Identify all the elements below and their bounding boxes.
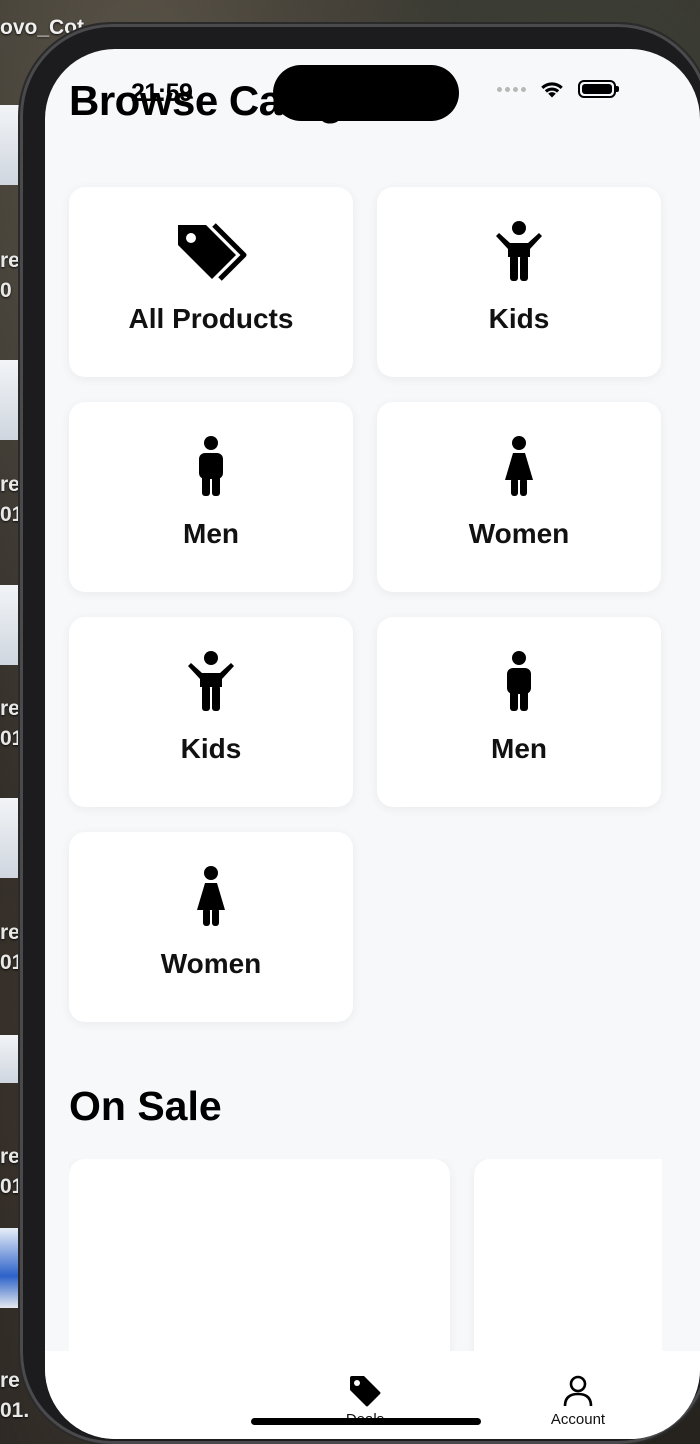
man-icon xyxy=(196,436,226,498)
man-icon xyxy=(504,651,534,713)
tab-account[interactable]: Account xyxy=(528,1375,628,1428)
category-label: Kids xyxy=(180,733,242,764)
on-sale-heading: On Sale xyxy=(69,1083,222,1129)
category-label: Women xyxy=(160,948,262,979)
battery-icon xyxy=(578,80,619,98)
tab-bar: Deals Account xyxy=(45,1351,700,1439)
dynamic-island xyxy=(273,65,459,121)
tab-label: Account xyxy=(550,1411,606,1428)
category-card-women[interactable]: Women xyxy=(377,402,661,592)
app-screen: Browse Categories 21:59 All Products Kid… xyxy=(45,49,700,1439)
category-label: Men xyxy=(183,518,239,549)
category-card-men[interactable]: Men xyxy=(377,617,661,807)
home-indicator[interactable] xyxy=(251,1418,481,1425)
woman-icon xyxy=(195,866,227,928)
category-card-kids[interactable]: Kids xyxy=(377,187,661,377)
category-card-women[interactable]: Women xyxy=(69,832,353,1022)
wifi-icon xyxy=(541,82,563,98)
person-icon xyxy=(563,1375,593,1407)
category-card-men[interactable]: Men xyxy=(69,402,353,592)
sale-product-card[interactable] xyxy=(69,1159,450,1359)
category-label: Women xyxy=(468,518,570,549)
phone-frame: Browse Categories 21:59 All Products Kid… xyxy=(20,24,700,1444)
tag-icon xyxy=(350,1376,381,1407)
category-label: All Products xyxy=(128,303,294,334)
category-label: Kids xyxy=(488,303,550,334)
desktop-file-label[interactable]: re 0 xyxy=(0,246,20,306)
on-sale-carousel[interactable] xyxy=(69,1159,662,1359)
sale-product-card[interactable] xyxy=(474,1159,662,1359)
woman-icon xyxy=(503,436,535,498)
cellular-signal-icon xyxy=(497,86,526,92)
category-label: Men xyxy=(491,733,547,764)
category-grid: All Products Kids Men Women Kids Men Wom… xyxy=(69,187,661,1022)
status-time: 21:59 xyxy=(131,79,193,107)
child-icon xyxy=(188,651,234,713)
status-indicators xyxy=(497,79,619,99)
category-card-all-products[interactable]: All Products xyxy=(69,187,353,377)
child-icon xyxy=(496,221,542,283)
category-card-kids[interactable]: Kids xyxy=(69,617,353,807)
tags-icon xyxy=(172,221,250,283)
